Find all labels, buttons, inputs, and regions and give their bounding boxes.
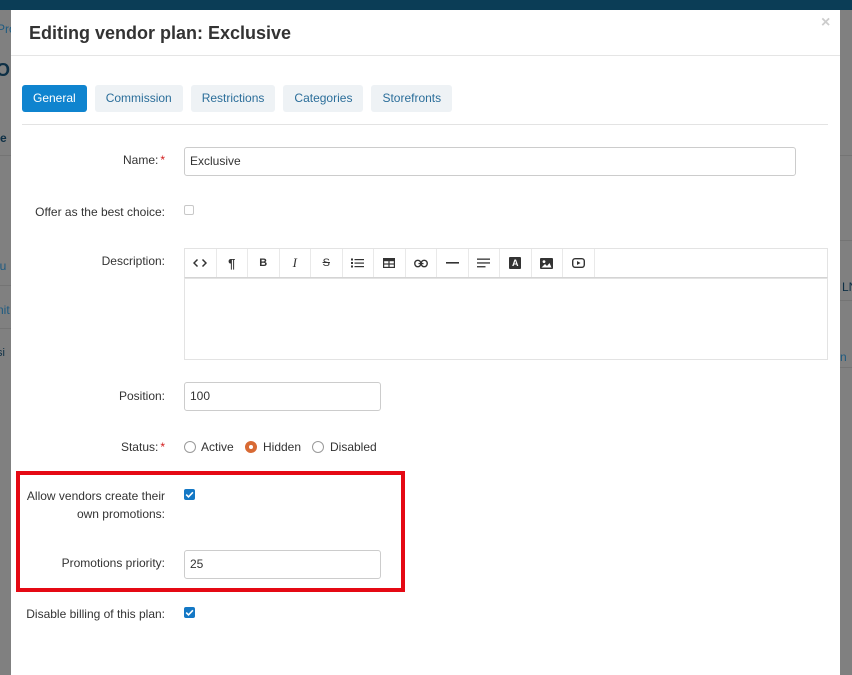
background-text: iu [0, 259, 7, 273]
best-choice-label: Offer as the best choice: [35, 205, 165, 219]
allow-promotions-label: Allow vendors create their own promotion… [26, 489, 165, 521]
required-mark: * [160, 153, 165, 167]
required-mark: * [160, 440, 165, 454]
modal-title: Editing vendor plan: Exclusive [29, 23, 292, 43]
description-label: Description: [101, 254, 165, 268]
tab-general[interactable]: General [22, 85, 87, 112]
status-disabled-label[interactable]: Disabled [330, 440, 377, 454]
checkmark-icon [185, 491, 194, 499]
tab-storefronts[interactable]: Storefronts [371, 85, 453, 112]
position-input[interactable]: 100 [184, 382, 381, 411]
horizontal-rule-icon[interactable] [437, 249, 469, 277]
tabs-divider [22, 124, 828, 125]
allow-promotions-checkbox[interactable] [184, 489, 195, 500]
tab-restrictions[interactable]: Restrictions [190, 85, 276, 112]
background-text: LN [842, 280, 852, 294]
video-icon[interactable] [563, 249, 595, 277]
status-label: Status: * [120, 440, 165, 454]
unordered-list-icon[interactable] [343, 249, 374, 277]
paragraph-icon[interactable]: ¶ [217, 249, 248, 277]
status-active-label[interactable]: Active [201, 440, 234, 454]
link-icon[interactable] [406, 249, 437, 277]
promotions-priority-input[interactable]: 25 [184, 550, 381, 579]
image-icon[interactable] [532, 249, 563, 277]
tab-categories[interactable]: Categories [283, 85, 364, 112]
tabs: General Commission Restrictions Categori… [22, 85, 460, 113]
font-color-icon[interactable]: A [500, 249, 532, 277]
code-view-icon[interactable] [185, 249, 217, 277]
disable-billing-checkbox[interactable] [184, 607, 195, 618]
background-text: si [0, 347, 5, 359]
align-icon[interactable] [469, 249, 500, 277]
status-hidden-label[interactable]: Hidden [263, 440, 301, 454]
close-icon[interactable]: × [821, 14, 830, 32]
modal-header: Editing vendor plan: Exclusive × [11, 10, 840, 56]
editor-toolbar: ¶ B I S A [184, 248, 828, 278]
name-label: Name: * [122, 153, 165, 167]
best-choice-checkbox[interactable] [184, 205, 194, 215]
promotions-priority-label: Promotions priority: [61, 556, 165, 570]
background-text: n [840, 350, 847, 364]
background-text: e [0, 131, 7, 145]
tab-commission[interactable]: Commission [94, 85, 183, 112]
status-hidden-radio[interactable] [245, 441, 257, 453]
italic-icon[interactable]: I [280, 249, 311, 277]
vendor-plan-modal: Editing vendor plan: Exclusive × General… [11, 10, 840, 675]
name-input[interactable]: Exclusive [184, 147, 796, 176]
status-disabled-radio[interactable] [312, 441, 324, 453]
strikethrough-icon[interactable]: S [311, 249, 343, 277]
background-top-bar [0, 0, 852, 10]
position-label: Position: [118, 389, 165, 403]
background-text: nit [0, 303, 10, 317]
description-editor[interactable] [184, 278, 828, 360]
disable-billing-label: Disable billing of this plan: [26, 607, 165, 621]
table-icon[interactable] [374, 249, 406, 277]
checkmark-icon [185, 609, 194, 617]
status-active-radio[interactable] [184, 441, 196, 453]
bold-icon[interactable]: B [248, 249, 280, 277]
